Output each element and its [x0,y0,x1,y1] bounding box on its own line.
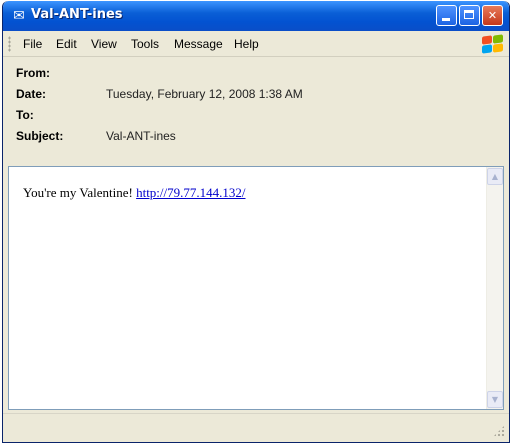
menu-tools[interactable]: Tools [131,37,159,51]
message-body[interactable]: You're my Valentine! http://79.77.144.13… [8,166,504,410]
title-bar[interactable]: ✉ Val-ANT-ines ✕ [3,1,509,31]
date-value: Tuesday, February 12, 2008 1:38 AM [106,87,303,101]
date-label: Date: [16,87,47,101]
from-label: From: [16,66,50,80]
status-bar [3,413,509,441]
window-title: Val-ANT-ines [31,7,123,22]
menu-file[interactable]: File [23,37,42,51]
close-button[interactable]: ✕ [482,5,503,26]
subject-value: Val-ANT-ines [106,129,176,143]
maximize-button[interactable] [459,5,480,26]
resize-grip-icon[interactable] [493,425,505,437]
subject-label: Subject: [16,129,64,143]
to-label: To: [16,108,34,122]
vertical-scrollbar[interactable]: ▲ ▼ [486,167,503,409]
toolbar-grip[interactable] [8,36,11,52]
minimize-icon [442,18,450,21]
message-header: From: Date: Tuesday, February 12, 2008 1… [3,58,509,156]
close-icon: ✕ [487,9,498,22]
menu-message[interactable]: Message [174,37,223,51]
menu-bar: File Edit View Tools Message Help [3,31,509,57]
envelope-icon: ✉ [13,8,25,24]
maximize-icon [464,10,474,19]
message-body-text: You're my Valentine! [23,185,137,200]
minimize-button[interactable] [436,5,457,26]
message-window: ✉ Val-ANT-ines ✕ File Edit View Tools Me… [2,1,510,443]
windows-logo-icon [481,34,503,54]
message-link[interactable]: http://79.77.144.132/ [136,185,245,200]
menu-view[interactable]: View [91,37,117,51]
scroll-up-icon[interactable]: ▲ [487,168,503,185]
message-text: You're my Valentine! http://79.77.144.13… [23,185,246,201]
menu-help[interactable]: Help [234,37,259,51]
menu-edit[interactable]: Edit [56,37,77,51]
scroll-down-icon[interactable]: ▼ [487,391,503,408]
